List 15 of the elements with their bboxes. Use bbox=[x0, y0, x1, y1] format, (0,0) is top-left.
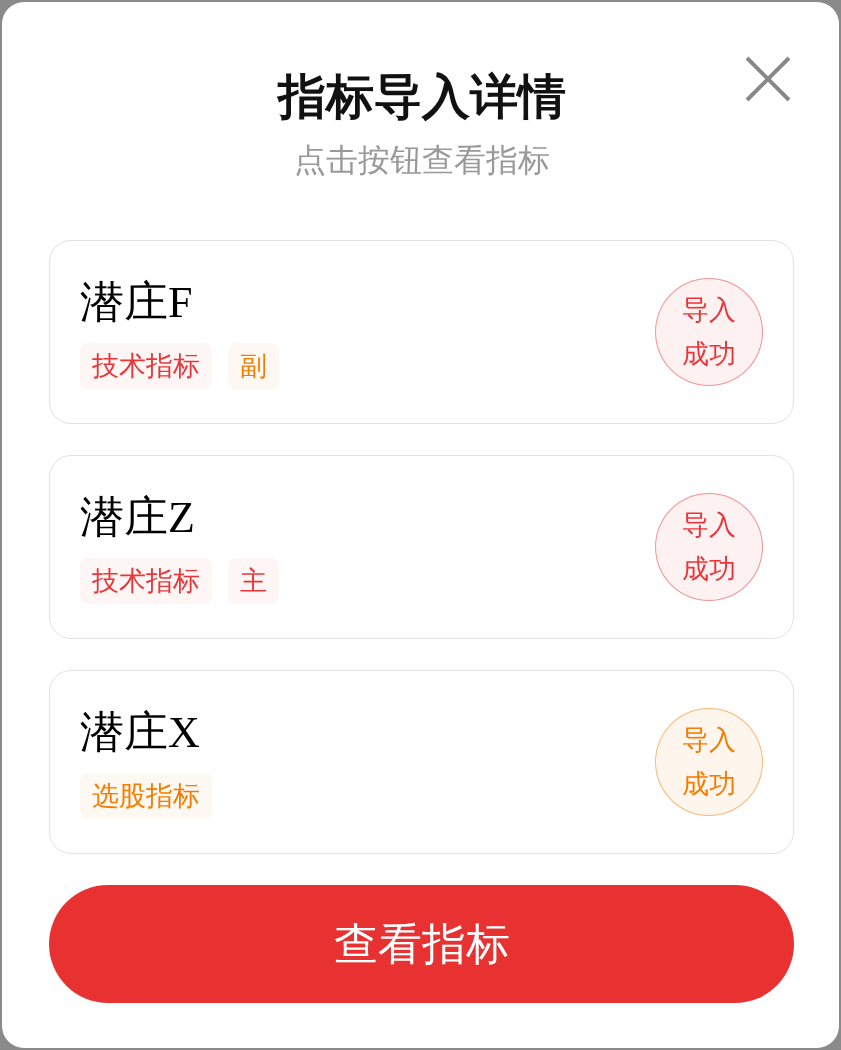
tag: 主 bbox=[228, 558, 279, 604]
dialog-subtitle: 点击按钮查看指标 bbox=[293, 140, 550, 181]
indicator-name: 潜庄F bbox=[80, 277, 194, 329]
tag: 技术指标 bbox=[80, 558, 212, 604]
dialog-title: 指标导入详情 bbox=[277, 67, 566, 126]
status-stamp: 导入成功 bbox=[655, 278, 763, 386]
view-indicators-button[interactable]: 查看指标 bbox=[49, 885, 794, 1003]
tag: 选股指标 bbox=[80, 773, 212, 819]
indicator-name: 潜庄Z bbox=[80, 492, 196, 544]
close-icon[interactable] bbox=[745, 56, 791, 102]
status-stamp: 导入成功 bbox=[655, 493, 763, 601]
status-stamp: 导入成功 bbox=[655, 708, 763, 816]
indicator-name: 潜庄X bbox=[80, 707, 201, 759]
tag: 副 bbox=[228, 343, 279, 389]
tag: 技术指标 bbox=[80, 343, 212, 389]
